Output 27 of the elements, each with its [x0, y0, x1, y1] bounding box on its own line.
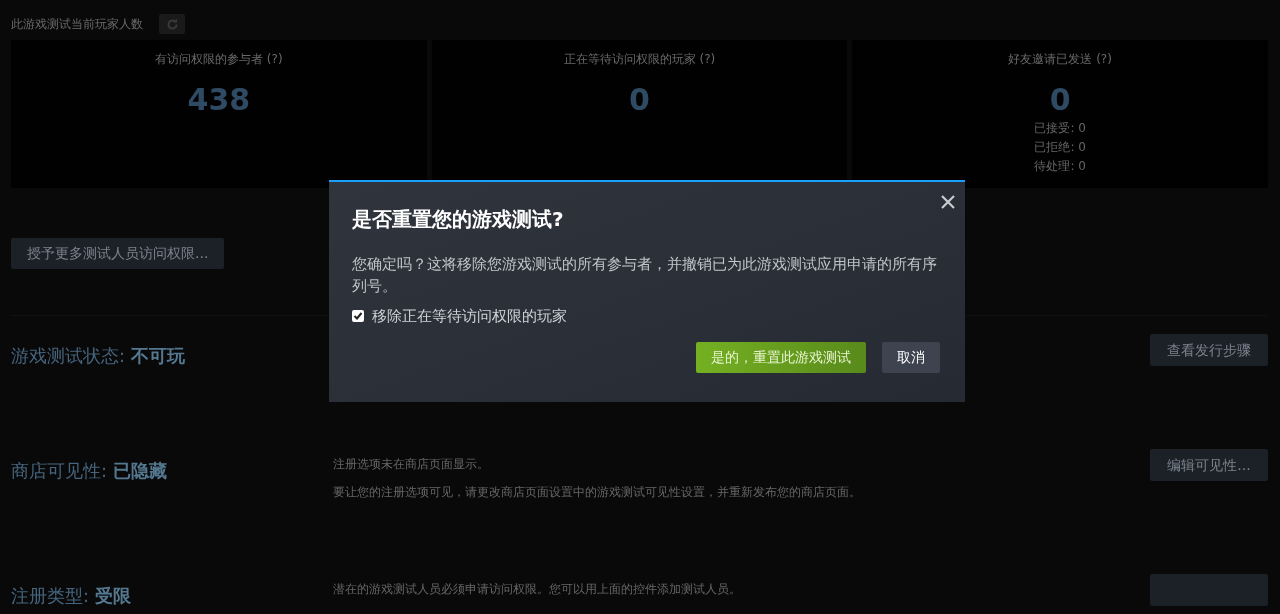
section-heading: 商店可见性: 已隐藏	[11, 459, 168, 483]
cancel-button[interactable]: 取消	[882, 341, 940, 373]
checkbox-label: 移除正在等待访问权限的玩家	[372, 306, 567, 327]
grant-access-button[interactable]: 授予更多测试人员访问权限...	[11, 238, 225, 269]
dialog-title: 是否重置您的游戏测试?	[352, 206, 565, 233]
stat-value: 438	[186, 81, 252, 119]
stat-label: 好友邀请已发送 (?)	[1007, 51, 1113, 68]
refresh-icon	[165, 17, 179, 31]
stat-label: 有访问权限的参与者 (?)	[154, 51, 284, 68]
dialog-message: 您确定吗？这将移除您游戏测试的所有参与者，并撤销已为此游戏测试应用申请的所有序列号。	[352, 254, 938, 297]
close-icon	[941, 194, 955, 209]
action-button[interactable]: 编辑可见性...	[1150, 449, 1268, 481]
section-heading: 注册类型: 受限	[11, 584, 132, 609]
action-button[interactable]: 查看发行步骤	[1150, 334, 1268, 366]
section-heading: 游戏测试状态: 不可玩	[11, 344, 186, 368]
stat-detail: 已接受: 0	[1034, 121, 1086, 135]
description-text: 要让您的注册选项可见，请更改商店页面设置中的游戏测试可见性设置，并重新发布您的商店页面。	[333, 484, 861, 499]
confirm-button[interactable]: 是的，重置此游戏测试	[696, 341, 866, 373]
description-text: 注册选项未在商店页面显示。	[333, 457, 489, 471]
stat-detail: 待处理: 0	[1034, 159, 1086, 173]
stat-label: 正在等待访问权限的玩家 (?)	[562, 51, 717, 68]
stat-value: 0	[1048, 81, 1072, 119]
stat-detail: 已拒绝: 0	[1034, 140, 1086, 154]
checkbox[interactable]	[352, 310, 364, 323]
description-text: 潜在的游戏测试人员必须申请访问权限。您可以用上面的控件添加测试人员。	[333, 582, 741, 597]
section-title: 此游戏测试当前玩家人数	[11, 16, 143, 33]
stat-value: 0	[628, 81, 651, 119]
